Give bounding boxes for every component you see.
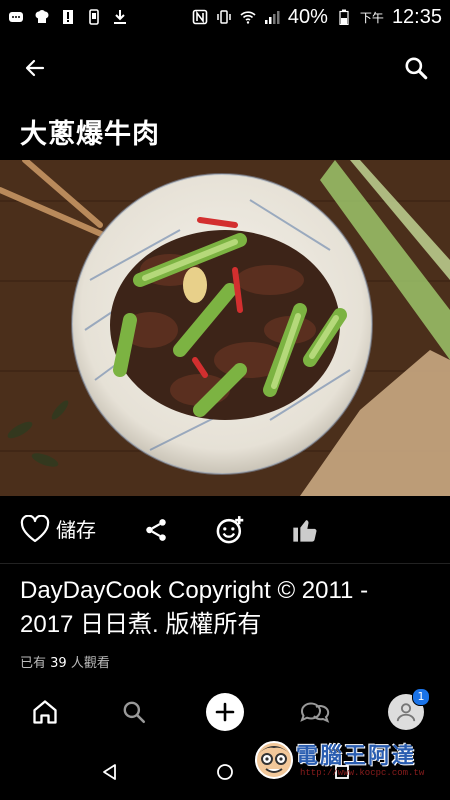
watermark-title: 電腦王阿達 <box>296 744 417 769</box>
back-button[interactable] <box>17 50 53 86</box>
recipe-photo[interactable] <box>0 160 450 496</box>
vibrate-icon <box>217 10 231 24</box>
view-count: 已有 39 人觀看 <box>20 652 110 671</box>
time-prefix: 下午 <box>359 10 384 25</box>
triangle-back-icon <box>103 764 116 780</box>
status-left <box>8 9 128 25</box>
nav-home[interactable] <box>25 692 65 732</box>
system-back-button[interactable] <box>98 760 122 784</box>
signal-icon <box>264 11 280 24</box>
watermark-url: http://www.kocpc.com.tw <box>300 768 425 778</box>
add-button[interactable] <box>206 693 244 731</box>
bottom-nav: 1 <box>0 686 450 736</box>
search-icon <box>405 57 428 80</box>
status-bar: 40% 下午 12:35 <box>0 0 450 34</box>
notification-badge: 1 <box>412 688 430 706</box>
nav-profile[interactable]: 1 <box>386 688 430 732</box>
chef-hat-icon <box>35 10 49 23</box>
nav-add[interactable] <box>205 692 245 732</box>
share-icon <box>146 519 166 541</box>
add-reaction-button[interactable] <box>214 514 246 546</box>
battery-icon <box>339 9 349 25</box>
avatar[interactable]: 1 <box>388 688 430 730</box>
mascot-face-icon <box>255 741 293 779</box>
phone-link-icon <box>89 9 99 25</box>
copyright-text: DayDayCook Copyright © 2011 - 2017 日日煮. … <box>20 574 435 642</box>
circle-home-icon <box>217 764 233 780</box>
action-bar: 儲存 <box>0 496 450 564</box>
recipe-photo-illustration <box>0 160 450 496</box>
share-button[interactable] <box>140 514 172 546</box>
view-count-suffix: 人觀看 <box>70 656 110 671</box>
heart-outline-icon <box>20 514 50 542</box>
save-button[interactable]: 儲存 <box>20 514 96 543</box>
emoji-add-icon <box>216 516 244 544</box>
alert-icon <box>63 10 73 24</box>
chat-bubble-icon <box>9 12 23 22</box>
battery-percentage: 40% <box>287 5 328 28</box>
search-button[interactable] <box>398 50 434 86</box>
nfc-icon <box>192 9 208 25</box>
system-home-button[interactable] <box>213 760 237 784</box>
person-icon <box>396 703 416 722</box>
copyright-line-2: 2017 日日煮. 版權所有 <box>20 611 262 638</box>
status-right: 40% 下午 12:35 <box>192 6 442 29</box>
home-icon <box>33 700 57 724</box>
plus-icon <box>215 702 235 722</box>
page-title: 大蔥爆牛肉 <box>20 119 160 150</box>
app-header: 大蔥爆牛肉 <box>0 34 450 160</box>
save-label: 儲存 <box>56 518 96 542</box>
like-button[interactable] <box>289 514 321 546</box>
thumbs-up-icon <box>293 520 317 542</box>
watermark: 電腦王阿達 http://www.kocpc.com.tw <box>252 736 442 784</box>
nav-messages[interactable] <box>294 692 334 732</box>
view-count-prefix: 已有 <box>20 656 47 671</box>
clock: 12:35 <box>391 5 442 28</box>
nav-search[interactable] <box>114 692 154 732</box>
chat-bubbles-icon <box>300 702 330 723</box>
wifi-icon <box>240 11 256 24</box>
copyright-line-1: DayDayCook Copyright © 2011 - <box>20 577 369 604</box>
search-icon <box>123 701 146 724</box>
download-icon <box>114 10 126 24</box>
view-count-number: 39 <box>50 656 67 671</box>
arrow-left-icon <box>25 59 45 77</box>
